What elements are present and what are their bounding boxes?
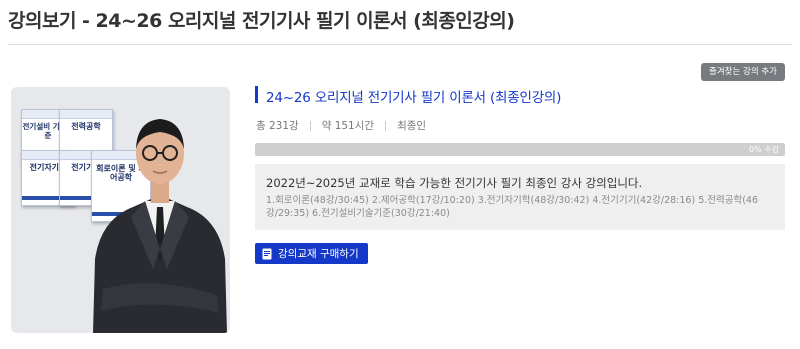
course-title-marker: [255, 86, 258, 103]
book-icon: [262, 248, 272, 259]
meta-divider: [385, 120, 387, 131]
progress-bar: 0% 수강: [255, 143, 785, 156]
instructor-photo: [93, 119, 227, 333]
progress-label: 0% 수강: [749, 145, 779, 154]
page-title: 강의보기 - 24~26 오리지널 전기기사 필기 이론서 (최종인강의): [8, 10, 515, 32]
buy-textbook-button[interactable]: 강의교재 구매하기: [255, 243, 368, 264]
buy-textbook-label: 강의교재 구매하기: [278, 248, 359, 260]
course-description: 2022년~2025년 교재로 학습 가능한 전기기사 필기 최종인 강사 강의…: [255, 164, 785, 230]
add-favorite-button[interactable]: 즐겨찾는 강의 추가: [701, 63, 785, 81]
lecture-count: 총 231강: [256, 120, 299, 132]
course-title: 24~26 오리지널 전기기사 필기 이론서 (최종인강의): [266, 90, 562, 106]
curriculum-text: 1.회로이론(48강/30:45) 2.제어공학(17강/10:20) 3.전기…: [266, 195, 759, 219]
instructor-name: 최종인: [397, 120, 427, 132]
title-divider: [8, 44, 792, 45]
course-meta: 총 231강 약 151시간 최종인: [256, 118, 426, 133]
description-text: 2022년~2025년 교재로 학습 가능한 전기기사 필기 최종인 강사 강의…: [266, 176, 643, 190]
course-thumbnail: 전기설비 기술기준 전력공학 전기자기학 전기기기 회로이론 및 제어공학: [11, 87, 230, 333]
meta-divider: [309, 120, 311, 131]
course-duration: 약 151시간: [321, 120, 375, 132]
